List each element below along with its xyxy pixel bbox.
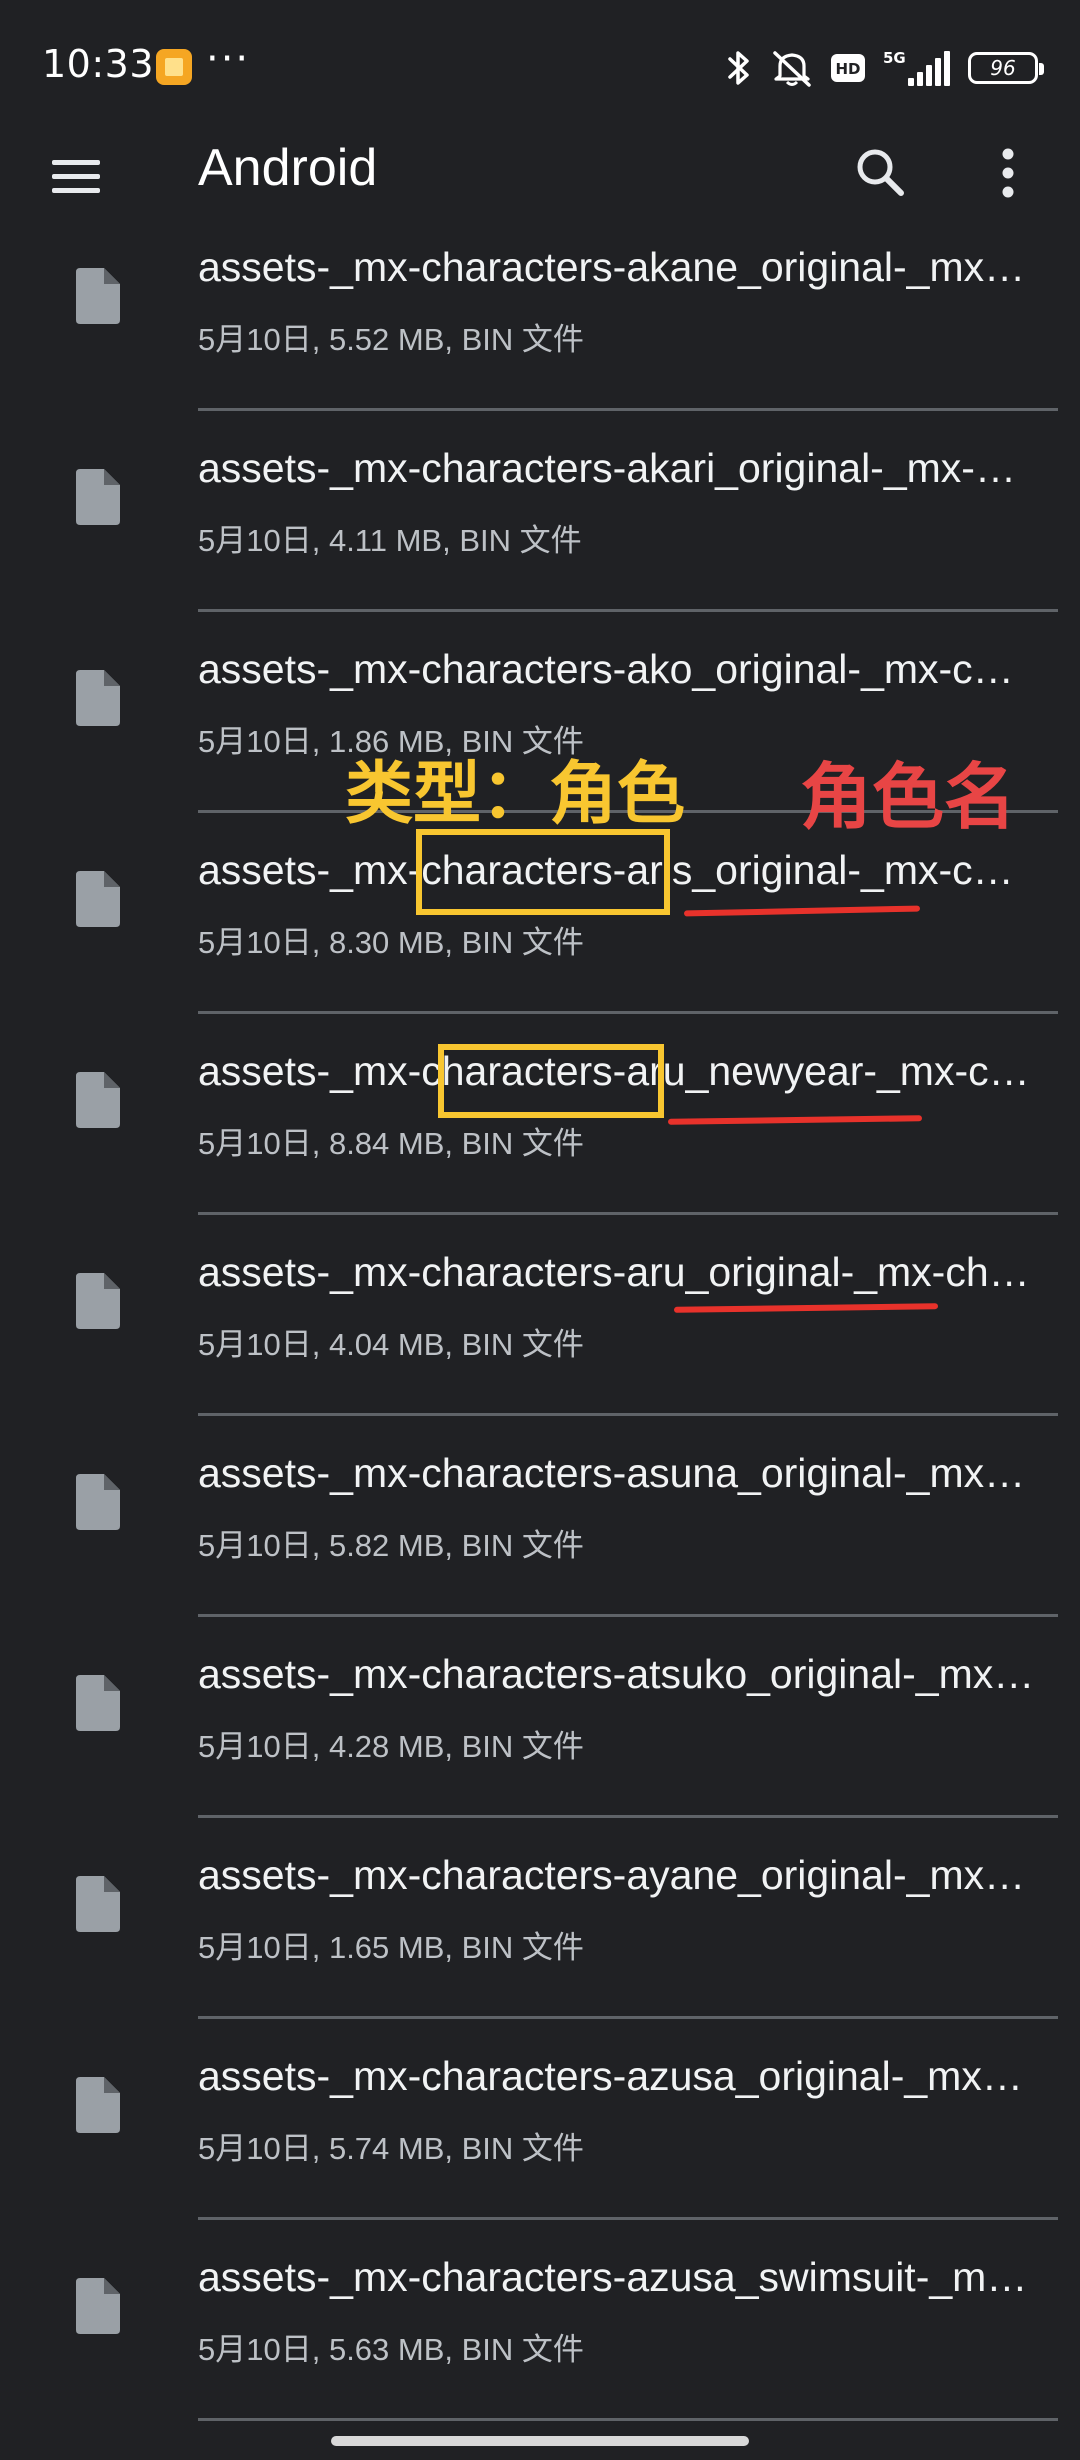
file-list-item[interactable]: assets-_mx-characters-akane_original-_mx… <box>0 210 1080 411</box>
file-meta: 5月10日, 5.63 MB, BIN 文件 <box>198 2332 584 2367</box>
file-list-item[interactable]: assets-_mx-characters-azusa_swimsuit-_mx… <box>0 2220 1080 2421</box>
file-list-item[interactable]: assets-_mx-characters-ayane_original-_mx… <box>0 1818 1080 2019</box>
notification-app-icon <box>156 49 192 85</box>
file-icon <box>76 1072 120 1128</box>
status-bar: 10:33 ··· HD 5G 96 <box>0 0 1080 130</box>
bluetooth-icon <box>728 51 749 85</box>
status-icons: HD 5G 96 <box>724 46 1044 90</box>
file-meta: 5月10日, 5.82 MB, BIN 文件 <box>198 1528 584 1563</box>
file-meta: 5月10日, 4.11 MB, BIN 文件 <box>198 523 582 558</box>
status-time: 10:33 <box>42 42 155 86</box>
file-name: assets-_mx-characters-akari_original-_mx… <box>198 445 1036 491</box>
battery-level: 96 <box>990 56 1016 80</box>
annotation-type-label: 类型：角色 <box>345 755 686 834</box>
file-icon <box>76 268 120 324</box>
file-list-item[interactable]: assets-_mx-characters-akari_original-_mx… <box>0 411 1080 612</box>
file-meta: 5月10日, 5.52 MB, BIN 文件 <box>198 322 584 357</box>
file-name: assets-_mx-characters-asuna_original-_mx… <box>198 1450 1036 1496</box>
5g-signal-icon: 5G <box>883 49 950 86</box>
file-icon <box>76 2278 120 2334</box>
more-vert-icon[interactable] <box>988 138 1028 208</box>
file-meta: 5月10日, 4.28 MB, BIN 文件 <box>198 1729 584 1764</box>
file-meta: 5月10日, 4.04 MB, BIN 文件 <box>198 1327 584 1362</box>
svg-text:5G: 5G <box>883 49 906 67</box>
file-name: assets-_mx-characters-azusa_swimsuit-_mx… <box>198 2254 1036 2300</box>
file-name: assets-_mx-characters-ayane_original-_mx… <box>198 1852 1036 1898</box>
annotation-name-label: 角色名 <box>800 755 1017 839</box>
file-meta: 5月10日, 8.84 MB, BIN 文件 <box>198 1126 584 1161</box>
page-title: Android <box>198 139 378 197</box>
file-icon <box>76 1474 120 1530</box>
search-icon[interactable] <box>846 138 916 208</box>
menu-icon[interactable] <box>44 144 108 208</box>
file-list-item[interactable]: assets-_mx-characters-atsuko_original-_m… <box>0 1617 1080 1818</box>
battery-icon: 96 <box>968 52 1044 84</box>
file-name: assets-_mx-characters-akane_original-_mx… <box>198 244 1036 290</box>
mute-icon <box>773 51 811 87</box>
file-list-item[interactable]: assets-_mx-characters-aru_original-_mx-c… <box>0 1215 1080 1416</box>
file-icon <box>76 469 120 525</box>
file-icon <box>76 1273 120 1329</box>
svg-text:HD: HD <box>835 60 860 78</box>
divider <box>198 2418 1058 2421</box>
annotation-box-characters <box>416 829 670 915</box>
file-list-item[interactable]: assets-_mx-characters-asuna_original-_mx… <box>0 1416 1080 1617</box>
file-icon <box>76 2077 120 2133</box>
file-name: assets-_mx-characters-azusa_original-_mx… <box>198 2053 1036 2099</box>
file-icon <box>76 871 120 927</box>
file-meta: 5月10日, 1.65 MB, BIN 文件 <box>198 1930 584 1965</box>
file-name: assets-_mx-characters-atsuko_original-_m… <box>198 1651 1036 1697</box>
gesture-navigation-bar[interactable] <box>331 2436 749 2446</box>
hd-icon: HD <box>831 54 865 82</box>
file-name: assets-_mx-characters-ako_original-_mx-c… <box>198 646 1036 692</box>
file-meta: 5月10日, 5.74 MB, BIN 文件 <box>198 2131 584 2166</box>
more-notifications-indicator: ··· <box>206 36 251 82</box>
file-meta: 5月10日, 8.30 MB, BIN 文件 <box>198 925 584 960</box>
file-icon <box>76 670 120 726</box>
file-list-item[interactable]: assets-_mx-characters-azusa_original-_mx… <box>0 2019 1080 2220</box>
file-name: assets-_mx-characters-aru_original-_mx-c… <box>198 1249 1036 1295</box>
file-list: assets-_mx-characters-akane_original-_mx… <box>0 210 1080 2421</box>
annotation-box-characters <box>438 1044 664 1118</box>
file-icon <box>76 1876 120 1932</box>
file-icon <box>76 1675 120 1731</box>
